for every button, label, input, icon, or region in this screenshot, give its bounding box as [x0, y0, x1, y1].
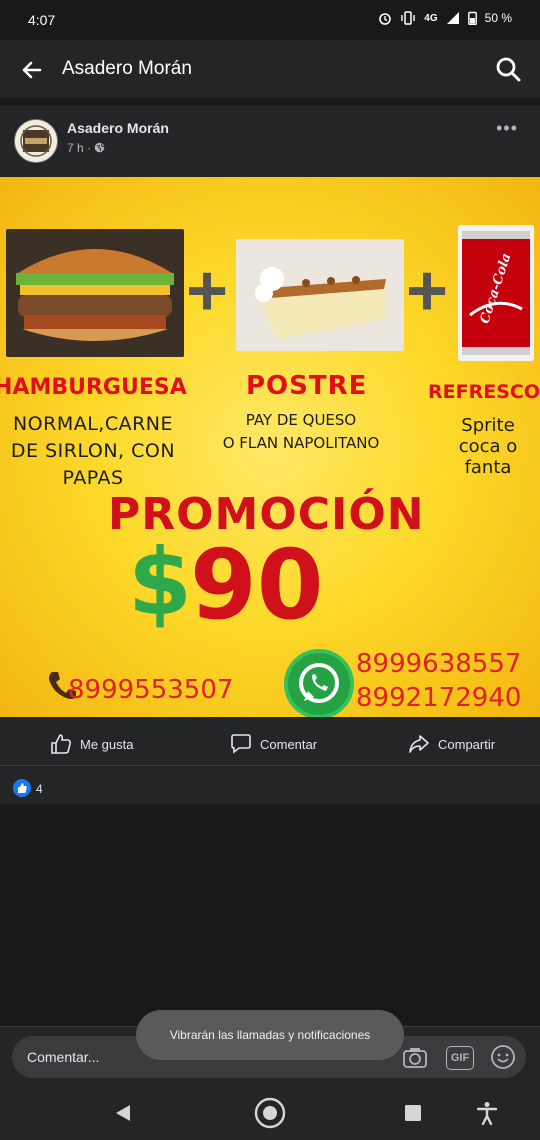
post-timestamp: 7 h · — [67, 141, 105, 155]
battery-icon — [467, 11, 477, 25]
burger-desc-line-1: NORMAL,CARNE — [12, 413, 174, 435]
phone-number-3: 8992172940 — [356, 683, 522, 713]
dessert-desc-line-2: O FLAN NAPOLITANO — [222, 434, 380, 452]
comment-label: Comentar — [260, 736, 318, 752]
soda-desc-line-2: coca o — [458, 436, 518, 457]
camera-icon[interactable] — [402, 1046, 428, 1070]
promo-price: 90 — [190, 529, 324, 641]
restaurant-logo-icon — [15, 120, 57, 162]
arrow-left-icon[interactable] — [18, 56, 46, 84]
divider — [0, 98, 540, 106]
like-button[interactable]: Me gusta — [50, 733, 133, 755]
share-icon — [409, 735, 429, 753]
alarm-icon — [379, 13, 392, 25]
plus-sign-2: + — [406, 251, 449, 331]
share-button[interactable]: Compartir — [408, 733, 495, 755]
back-triangle-icon[interactable] — [114, 1103, 132, 1123]
page-title: Asadero Morán — [62, 58, 192, 79]
comment-placeholder: Comentar... — [27, 1049, 100, 1065]
reactions-row — [0, 766, 540, 804]
dessert-heading: POSTRE — [246, 371, 368, 401]
soda-desc-line-1: Sprite — [461, 415, 515, 436]
soda-description: Sprite coca o fanta — [438, 415, 538, 478]
reaction-count[interactable]: 4 — [36, 782, 43, 796]
signal-icon — [446, 12, 459, 24]
comment-icon — [231, 734, 251, 754]
whatsapp-icon — [284, 649, 354, 717]
toast-notification: Vibrarán las llamadas y notificaciones — [136, 1010, 404, 1060]
currency-sign: $ — [128, 529, 193, 636]
emoji-icon[interactable] — [490, 1044, 516, 1070]
share-label: Compartir — [438, 736, 496, 752]
accessibility-icon[interactable] — [476, 1101, 498, 1125]
more-horizontal-icon[interactable]: ••• — [496, 118, 518, 139]
toast-text: Vibrarán las llamadas y notificaciones — [169, 1028, 371, 1042]
home-circle-icon[interactable] — [254, 1097, 286, 1129]
post-time-label: 7 h — [67, 141, 84, 155]
status-icons: 4G 50 % — [378, 11, 512, 25]
dessert-description: PAY DE QUESO O FLAN NAPOLITANO — [204, 409, 398, 455]
burger-image — [6, 229, 184, 357]
plus-sign-1: + — [186, 251, 229, 331]
gif-label: GIF — [450, 1052, 470, 1064]
soda-desc-line-3: fanta — [464, 457, 512, 478]
recents-square-icon[interactable] — [404, 1104, 422, 1122]
battery-label: 50 % — [484, 11, 512, 25]
post-image[interactable]: + + Coca-Cola HAMBURGUESA NORMAL,CARNE D… — [0, 177, 540, 717]
dessert-image — [236, 239, 404, 351]
burger-description: NORMAL,CARNE DE SIRLON, CON PAPAS — [0, 411, 190, 492]
network-label: 4G — [424, 12, 438, 24]
phone-number-1: 8999553507 — [68, 675, 234, 705]
comment-button[interactable]: Comentar — [230, 733, 317, 755]
post-author[interactable]: Asadero Morán — [67, 120, 169, 136]
like-reaction-icon[interactable] — [13, 779, 31, 797]
search-icon[interactable] — [494, 55, 522, 83]
burger-desc-line-2: DE SIRLON, CON — [10, 440, 176, 462]
globe-icon — [95, 142, 105, 153]
soda-heading: REFRESCO — [428, 381, 540, 403]
avatar[interactable] — [14, 119, 58, 163]
thumbs-up-icon — [51, 734, 72, 754]
like-label: Me gusta — [80, 736, 134, 752]
vibrate-icon — [401, 11, 415, 25]
burger-heading: HAMBURGUESA — [0, 375, 187, 400]
status-time: 4:07 — [28, 12, 56, 28]
burger-desc-line-3: PAPAS — [62, 467, 124, 489]
gif-button[interactable]: GIF — [446, 1046, 474, 1070]
phone-number-2: 8999638557 — [356, 649, 522, 679]
dessert-desc-line-1: PAY DE QUESO — [245, 411, 357, 429]
